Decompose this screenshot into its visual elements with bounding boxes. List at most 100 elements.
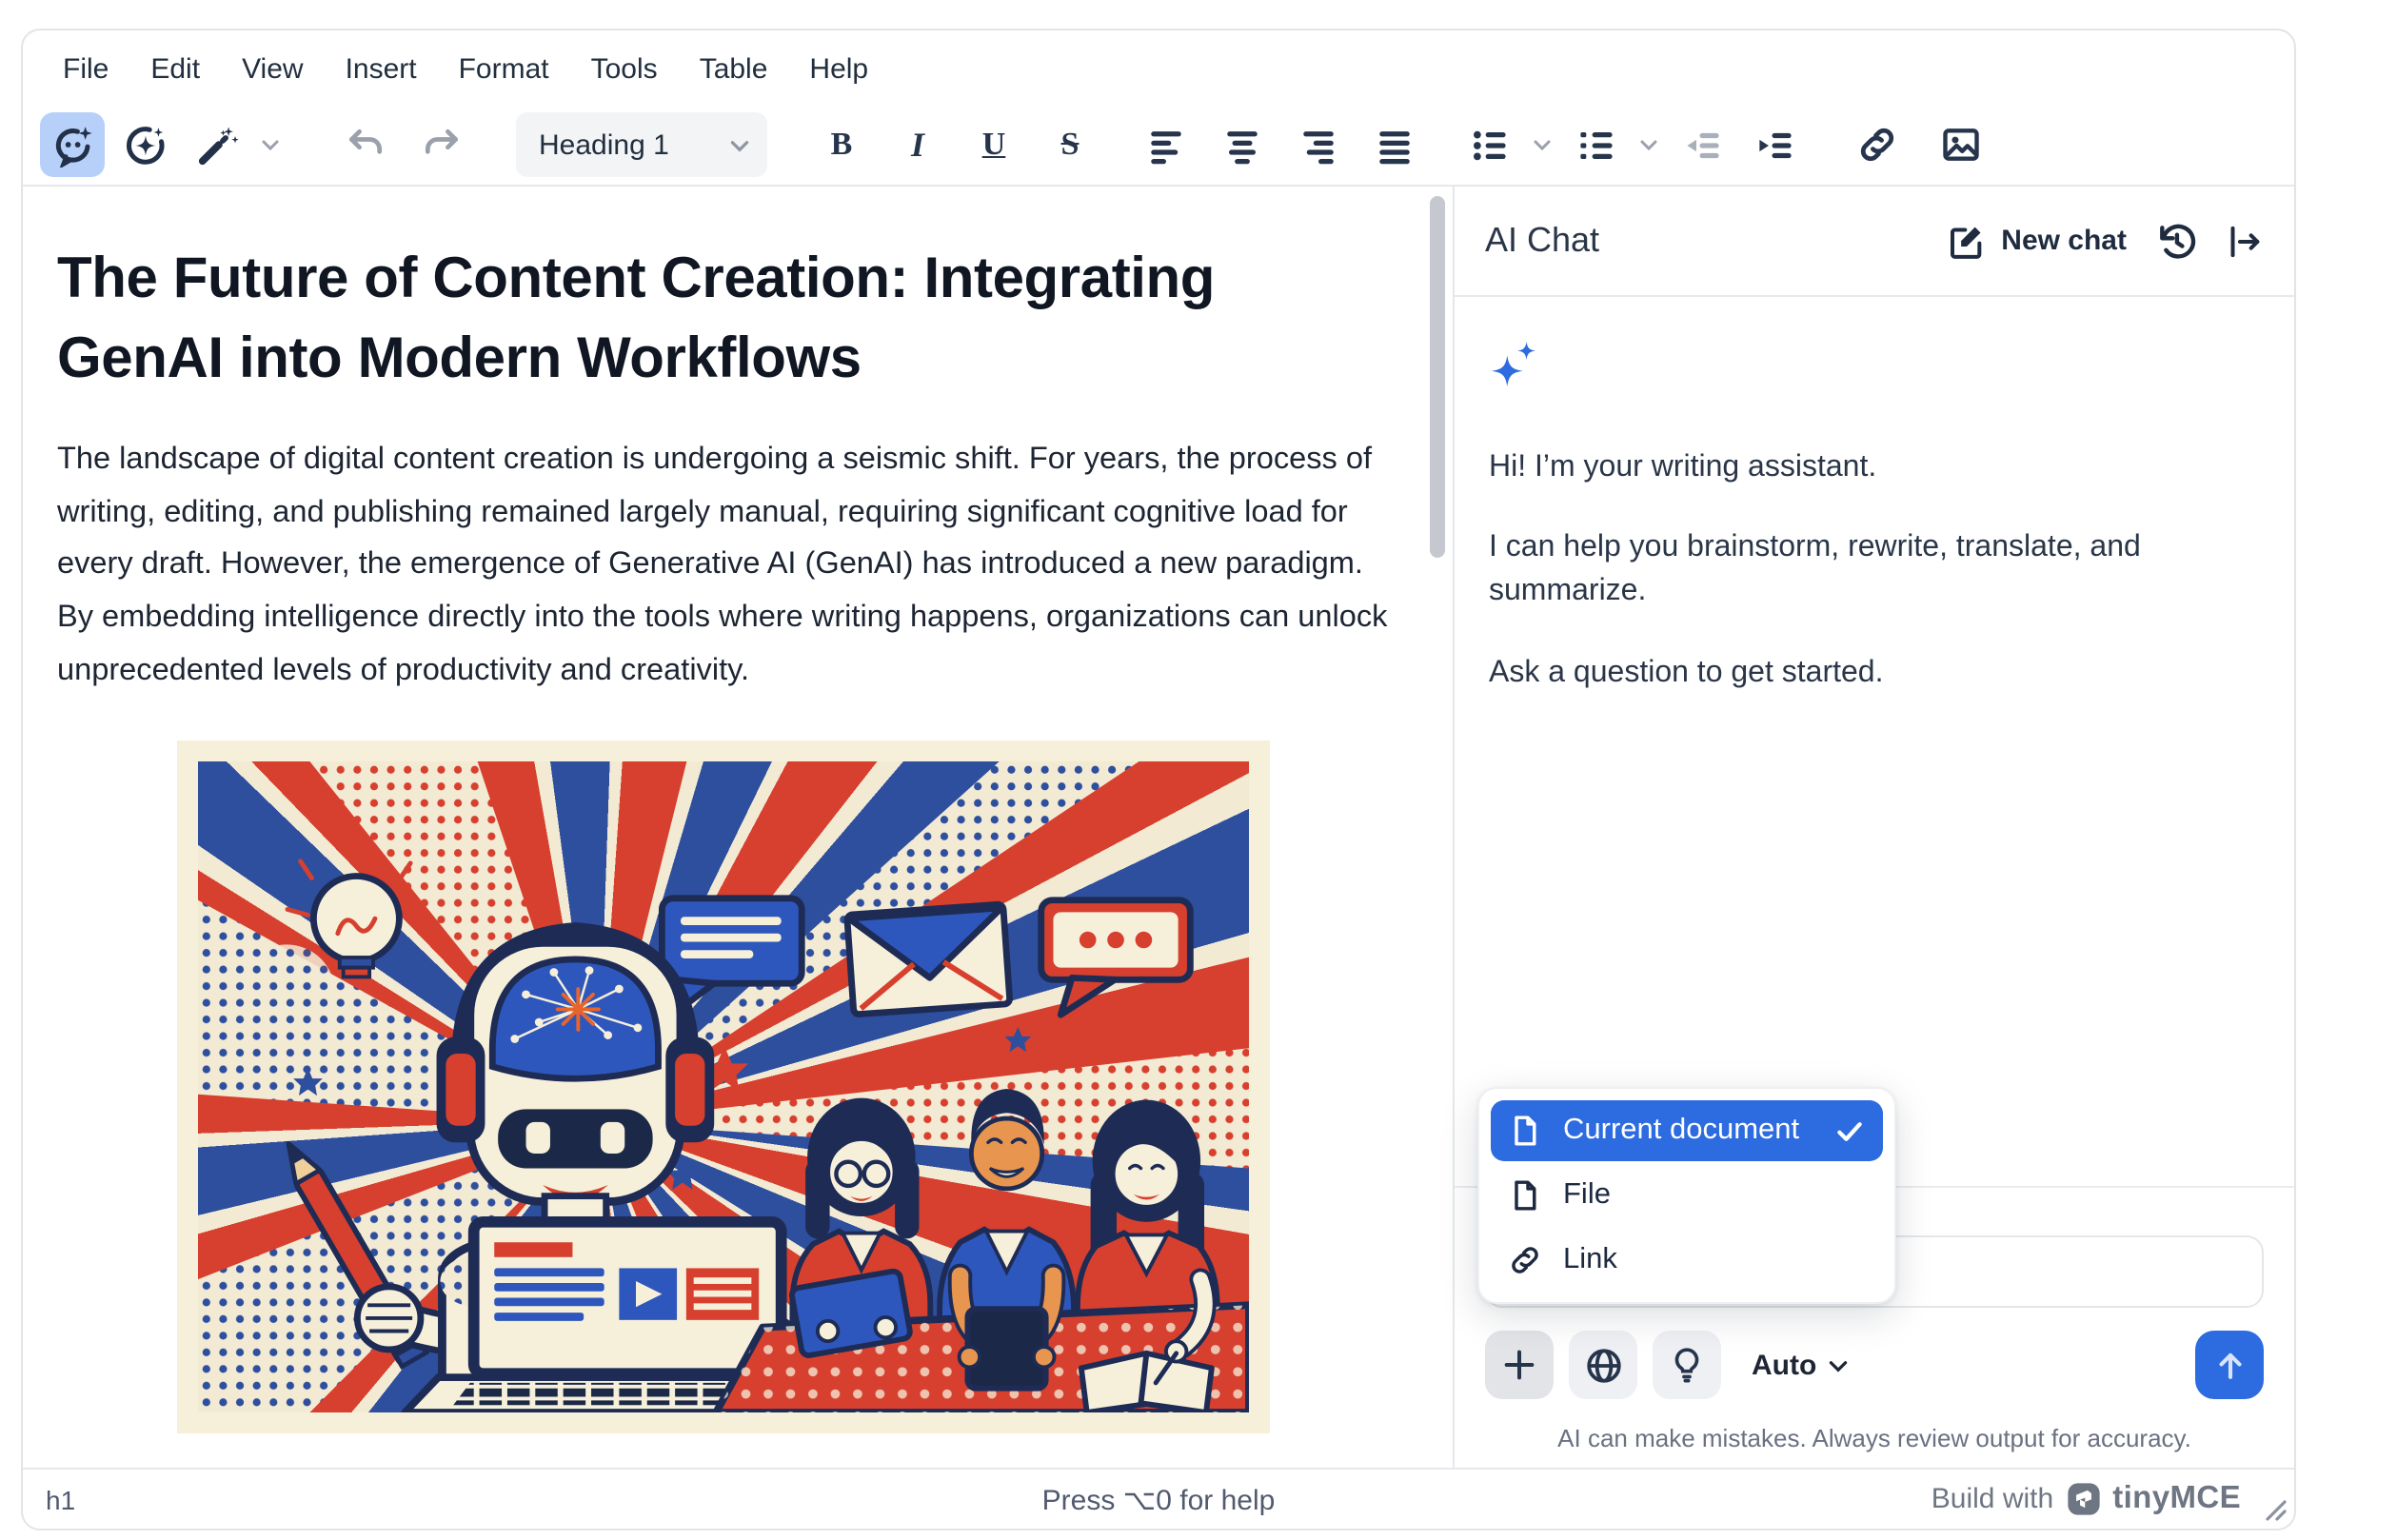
bullet-list-chevron[interactable]: [1529, 124, 1555, 166]
menu-item-file[interactable]: File: [1491, 1165, 1883, 1226]
bullet-list-icon: [1469, 125, 1509, 165]
document-title[interactable]: The Future of Content Creation: Integrat…: [57, 240, 1388, 400]
editor-window: File Edit View Insert Format Tools Table…: [21, 29, 2296, 1530]
globe-icon: [1583, 1345, 1623, 1385]
menu-help[interactable]: Help: [788, 42, 889, 97]
chat-welcome-line-3: Ask a question to get started.: [1489, 650, 2260, 694]
branding-name: tinyMCE: [2112, 1481, 2241, 1517]
ai-chat-icon: [50, 123, 94, 167]
align-justify-button[interactable]: [1361, 112, 1426, 177]
menu-tools[interactable]: Tools: [570, 42, 679, 97]
strikethrough-button[interactable]: S: [1038, 112, 1102, 177]
scrollbar-thumb[interactable]: [1430, 196, 1445, 558]
chevron-down-icon: [1826, 1352, 1851, 1377]
status-bar: h1 Press ⌥0 for help Build with tinyMCE: [23, 1468, 2294, 1529]
document-icon: [1508, 1114, 1542, 1148]
ai-disclaimer: AI can make mistakes. Always review outp…: [1485, 1424, 2264, 1452]
history-icon: [2155, 220, 2197, 262]
bullet-list-button[interactable]: [1456, 112, 1521, 177]
menu-table[interactable]: Table: [679, 42, 789, 97]
menu-item-link[interactable]: Link: [1491, 1230, 1883, 1291]
ai-sparkles-icon: [1489, 339, 1540, 390]
menu-item-label: Link: [1563, 1243, 1617, 1277]
suggestions-button[interactable]: [1653, 1331, 1721, 1399]
genai-illustration: [197, 760, 1248, 1412]
editor-scrollbar[interactable]: [1426, 187, 1453, 1468]
model-select-label: Auto: [1752, 1349, 1816, 1381]
improve-writing-chevron[interactable]: [257, 124, 284, 166]
indent-icon: [1754, 125, 1794, 165]
lightbulb-icon: [1668, 1346, 1706, 1384]
plus-icon: [1500, 1346, 1538, 1384]
new-chat-button[interactable]: New chat: [1948, 222, 2127, 260]
align-center-icon: [1221, 125, 1261, 165]
align-right-icon: [1298, 125, 1337, 165]
chevron-down-icon: [259, 133, 282, 156]
ai-shortcuts-button[interactable]: [112, 112, 177, 177]
menu-bar: File Edit View Insert Format Tools Table…: [23, 30, 2294, 105]
strikethrough-glyph: S: [1061, 126, 1080, 164]
branding-prefix: Build with: [1931, 1483, 2053, 1515]
link-icon: [1856, 124, 1898, 166]
link-icon: [1508, 1243, 1542, 1277]
menu-item-label: Current document: [1563, 1114, 1799, 1148]
document-icon: [1508, 1178, 1542, 1213]
italic-button[interactable]: I: [885, 112, 950, 177]
close-panel-button[interactable]: [2226, 222, 2264, 260]
menu-edit[interactable]: Edit: [129, 42, 221, 97]
chat-welcome-line-2: I can help you brainstorm, rewrite, tran…: [1489, 525, 2260, 614]
new-chat-label: New chat: [2001, 225, 2127, 257]
chat-title: AI Chat: [1485, 221, 1599, 261]
insert-link-button[interactable]: [1845, 112, 1910, 177]
redo-icon: [421, 124, 463, 166]
underline-button[interactable]: U: [961, 112, 1026, 177]
ai-chat-panel: AI Chat New chat: [1453, 187, 2294, 1468]
menu-item-current-document[interactable]: Current document: [1491, 1100, 1883, 1161]
menu-item-label: File: [1563, 1178, 1611, 1213]
format-select[interactable]: Heading 1: [516, 112, 767, 177]
indent-button[interactable]: [1742, 112, 1807, 177]
numbered-list-icon: [1575, 125, 1615, 165]
bold-glyph: B: [831, 126, 853, 164]
undo-icon: [345, 124, 386, 166]
web-search-button[interactable]: [1569, 1331, 1637, 1399]
element-path[interactable]: h1: [46, 1484, 75, 1514]
bold-button[interactable]: B: [809, 112, 874, 177]
model-select[interactable]: Auto: [1752, 1349, 1851, 1381]
chat-header: AI Chat New chat: [1455, 187, 2294, 297]
image-caption[interactable]: By embedding intelligence directly into …: [72, 1459, 1373, 1468]
align-left-icon: [1145, 125, 1185, 165]
ai-chat-button[interactable]: [40, 112, 105, 177]
align-right-button[interactable]: [1285, 112, 1350, 177]
menu-insert[interactable]: Insert: [325, 42, 438, 97]
outdent-button[interactable]: [1670, 112, 1734, 177]
toolbar: Heading 1 B I U S: [23, 105, 2294, 187]
attach-source-menu: Current document File Link: [1477, 1087, 1896, 1304]
check-icon: [1833, 1115, 1866, 1147]
editor-content[interactable]: The Future of Content Creation: Integrat…: [23, 187, 1426, 1468]
menu-view[interactable]: View: [221, 42, 325, 97]
main-area: The Future of Content Creation: Integrat…: [23, 187, 2294, 1468]
align-center-button[interactable]: [1209, 112, 1274, 177]
ai-shortcuts-icon: [123, 123, 167, 167]
menu-file[interactable]: File: [42, 42, 129, 97]
underline-glyph: U: [982, 126, 1006, 164]
improve-writing-button[interactable]: [185, 112, 249, 177]
magic-wand-icon: [195, 123, 239, 167]
insert-image-button[interactable]: [1929, 112, 1993, 177]
chat-messages: Hi! I’m your writing assistant. I can he…: [1455, 297, 2294, 1186]
branding[interactable]: Build with tinyMCE: [1931, 1481, 2271, 1517]
collapse-panel-icon: [2226, 222, 2264, 260]
redo-button[interactable]: [409, 112, 474, 177]
numbered-list-button[interactable]: [1563, 112, 1628, 177]
document-paragraph[interactable]: The landscape of digital content creatio…: [57, 434, 1388, 698]
numbered-list-chevron[interactable]: [1635, 124, 1662, 166]
align-left-button[interactable]: [1133, 112, 1198, 177]
attach-button[interactable]: [1485, 1331, 1554, 1399]
document-image[interactable]: [176, 740, 1269, 1432]
menu-format[interactable]: Format: [438, 42, 570, 97]
chat-history-button[interactable]: [2155, 220, 2197, 262]
send-button[interactable]: [2195, 1331, 2264, 1399]
chevron-down-icon: [1531, 133, 1554, 156]
undo-button[interactable]: [333, 112, 398, 177]
